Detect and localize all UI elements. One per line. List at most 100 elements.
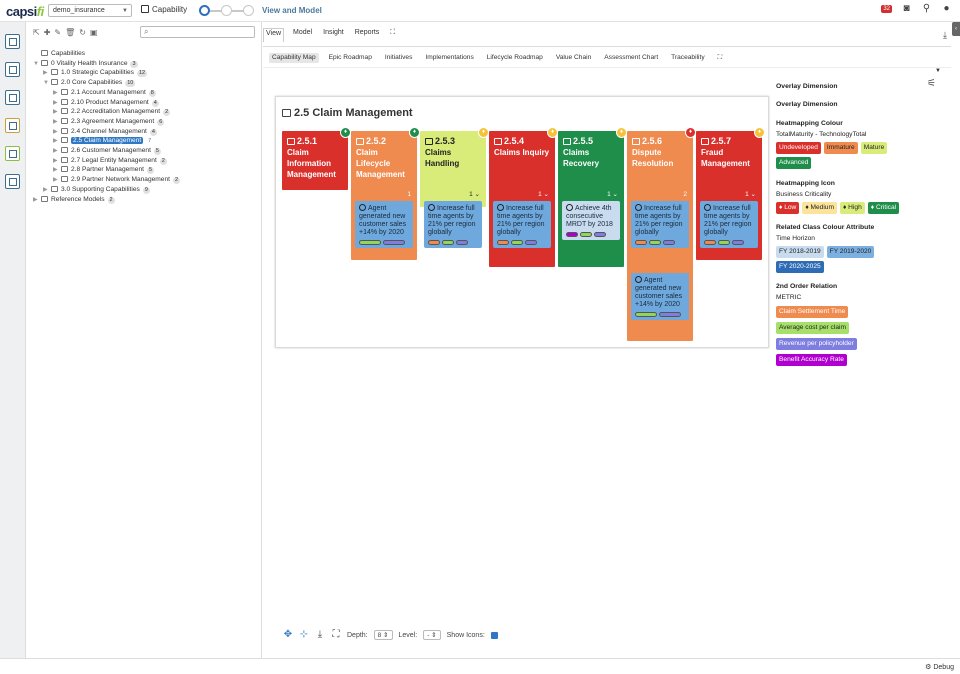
tree-item[interactable]: ▼ 0 Vitality Health Insurance 3 [33,59,138,68]
expand-arrow-icon[interactable]: ▶ [43,69,51,78]
metric-chip[interactable]: Claim Settlement Time [776,306,849,318]
capability-card[interactable]: 2.5.6 Dispute Resolution ♦ 2 Increase full t… [627,127,696,341]
collapse-arrow-icon[interactable]: ▼ [43,79,51,88]
related-metric-pill[interactable] [428,240,440,245]
metric-card[interactable]: Agent generated new customer sales +14% … [355,201,413,248]
folder-icon[interactable]: ▣ [90,28,98,37]
view-mode-slider[interactable] [199,4,257,18]
depth-select[interactable]: 8 ⇕ [373,630,393,640]
expand-arrow-icon[interactable]: ▶ [53,157,61,166]
metric-count[interactable]: 1 [407,189,411,200]
main-tab-2[interactable]: Insight [321,28,346,42]
related-metric-pill[interactable] [511,240,523,245]
expand-arrow-icon[interactable]: ▶ [53,89,61,98]
overlay-dimension-select[interactable]: Overlay Dimension [776,83,838,90]
tree-item[interactable]: ▶ 2.10 Product Management 4 [53,98,159,107]
related-metric-pill[interactable] [525,240,537,245]
slider-step-1[interactable] [199,5,210,16]
criticality-chip[interactable]: ♦ Medium [802,202,837,214]
download-icon[interactable]: ⤓ [315,630,325,640]
main-tab-3[interactable]: Reports [353,28,382,42]
related-metric-pill[interactable] [566,232,578,237]
maturity-chip[interactable]: Undeveloped [776,142,821,154]
edit-icon[interactable]: ✎ [54,28,61,37]
main-tab-0[interactable]: View [263,28,285,42]
metric-card[interactable]: Increase full time agents by 21% per reg… [631,201,689,248]
fit-icon[interactable]: ⛶ [331,630,341,640]
tree-item[interactable]: ▶ 2.8 Partner Management 5 [53,165,155,175]
move-icon[interactable]: ✥ [283,630,293,640]
related-metric-pill[interactable] [649,240,661,245]
time-horizon-chip[interactable]: FY 2020-2025 [776,261,824,273]
maturity-chip[interactable]: Advanced [776,157,812,169]
download-icon[interactable]: ⤓ [943,30,947,41]
metric-count[interactable]: 1 ⌄ [538,189,549,200]
notification-badge[interactable]: 32 [881,4,892,13]
main-tab-1[interactable]: Model [291,28,314,42]
capability-card[interactable]: 2.5.1 Claim Information Management ♦ [282,127,351,190]
expand-arrow-icon[interactable]: ▶ [53,128,61,137]
related-metric-pill[interactable] [359,240,381,245]
sub-tab-0[interactable]: Capability Map [269,53,319,63]
metric-count[interactable]: 1 ⌄ [469,189,480,200]
rail-report-icon[interactable] [5,174,20,189]
tree-item[interactable]: ▶ 3.0 Supporting Capabilities 9 [43,185,150,194]
filter-settings-icon[interactable]: ⚟ [927,78,936,89]
tree-item[interactable]: ▶ 2.2 Accreditation Management 2 [53,107,171,117]
collapse-panel-handle[interactable]: ‹ [952,22,960,36]
criticality-chip[interactable]: ♦ High [839,202,865,214]
expand-arrow-icon[interactable]: ▶ [43,186,51,195]
capability-card[interactable]: 2.5.4 Claims Inquiry ♦ 1 ⌄ Increase full tim… [489,127,558,267]
rail-grid-icon[interactable] [5,146,20,161]
maturity-chip[interactable]: Mature [860,142,888,154]
criticality-chip[interactable]: ♦ Critical [867,202,900,214]
expand-arrow-icon[interactable]: ▶ [53,118,61,127]
chevron-down-icon[interactable]: ⌄ [749,191,756,198]
sub-tab-8[interactable]: ⛶ [715,53,726,63]
tree-search-input[interactable]: ⌕ [140,26,255,38]
show-icons-checkbox[interactable] [490,631,498,639]
metric-card[interactable]: Agent generated new customer sales +14% … [631,273,689,320]
rail-list-icon[interactable] [5,62,20,77]
related-metric-pill[interactable] [383,240,405,245]
expand-arrow-icon[interactable]: ▶ [53,147,61,156]
tree-item[interactable]: ▶ 2.1 Account Management 8 [53,88,156,97]
capability-card[interactable]: 2.5.7 Fraud Management ♦ 1 ⌄ Increase full t… [696,127,765,260]
slider-step-2[interactable] [221,5,232,16]
metric-count[interactable]: 2 [683,189,687,200]
tree-item[interactable]: ▶ 2.9 Partner Network Management 2 [53,175,181,185]
related-metric-pill[interactable] [580,232,592,237]
export-icon[interactable]: ⇱ [33,28,40,37]
chevron-down-icon[interactable]: ⌄ [473,191,480,198]
sub-tab-3[interactable]: Implementations [422,53,476,63]
location-icon[interactable]: ⚲ [921,3,932,14]
related-metric-pill[interactable] [732,240,744,245]
metric-chip[interactable]: Average cost per claim [776,322,849,334]
time-horizon-chip[interactable]: FY 2018-2019 [776,246,824,258]
tree-item[interactable]: ▶ 2.6 Customer Management 5 [53,146,161,155]
related-metric-pill[interactable] [635,240,647,245]
related-metric-pill[interactable] [718,240,730,245]
expand-arrow-icon[interactable]: ▶ [53,108,61,117]
sub-tab-5[interactable]: Value Chain [553,53,594,63]
expand-icon[interactable]: ⊹ [299,630,309,640]
metric-card[interactable]: Achieve 4th consecutive MRDT by 2018 [562,201,620,240]
tree-item[interactable]: ▶ 2.4 Channel Management 4 [53,127,157,136]
level-select[interactable]: - ⇕ [423,630,441,640]
rail-dashboard-icon[interactable] [5,34,20,49]
sub-tab-1[interactable]: Epic Roadmap [326,53,375,63]
user-icon[interactable]: ● [941,3,952,14]
rail-table-icon[interactable] [5,90,20,105]
related-metric-pill[interactable] [456,240,468,245]
metric-count[interactable]: 1 ⌄ [745,189,756,200]
metric-card[interactable]: Increase full time agents by 21% per reg… [700,201,758,248]
tree-item[interactable]: Capabilities [33,49,85,58]
expand-arrow-icon[interactable]: ▶ [53,137,61,146]
metric-card[interactable]: Increase full time agents by 21% per reg… [424,201,482,248]
tree-item[interactable]: ▶ 2.7 Legal Entity Management 2 [53,156,167,165]
debug-button[interactable]: ⚙ Debug [925,663,954,671]
related-metric-pill[interactable] [659,312,681,317]
capability-card[interactable]: 2.5.2 Claim Lifecycle Management ♦ 1 Agent g… [351,127,420,260]
maturity-chip[interactable]: Immature [823,142,858,154]
metric-card[interactable]: Increase full time agents by 21% per reg… [493,201,551,248]
